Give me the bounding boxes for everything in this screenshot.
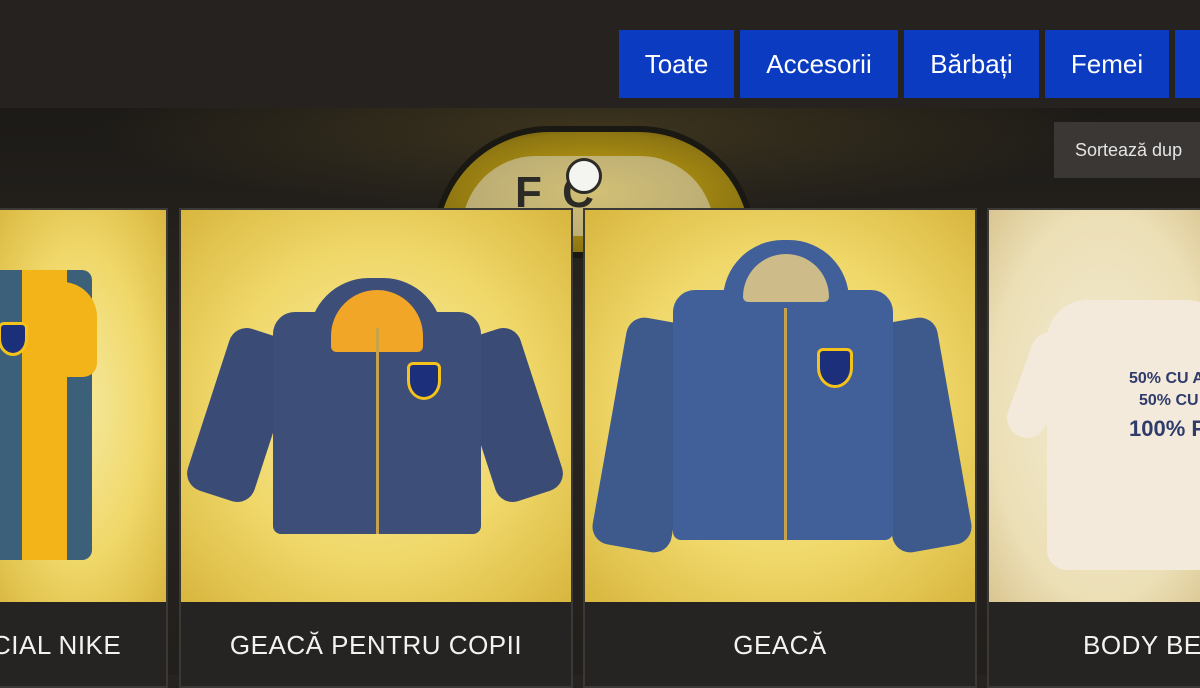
filter-men-button[interactable]: Bărbați [904, 30, 1039, 98]
product-image[interactable]: 50% CU A 50% CU T 100% F [989, 210, 1200, 602]
body-print-line: 100% F [1129, 416, 1200, 441]
filter-more-button[interactable] [1175, 30, 1200, 98]
product-title[interactable]: GEACĂ PENTRU COPII [181, 630, 571, 661]
club-crest-icon [407, 362, 441, 400]
product-image[interactable] [585, 210, 975, 602]
product-title[interactable]: GEACĂ [585, 630, 975, 661]
product-title[interactable]: BODY BE [1083, 630, 1200, 661]
product-title[interactable]: CIAL NIKE [0, 630, 121, 661]
filter-all-button[interactable]: Toate [619, 30, 734, 98]
product-image[interactable] [181, 210, 571, 602]
product-card[interactable]: CIAL NIKE [0, 208, 168, 688]
sort-dropdown[interactable]: Sortează dup [1054, 122, 1200, 178]
product-card[interactable]: 50% CU A 50% CU T 100% F BODY BE [987, 208, 1200, 688]
jacket-zip [376, 328, 379, 534]
football-icon [566, 158, 602, 194]
body-print-line: 50% CU T [1139, 392, 1200, 409]
filter-women-button[interactable]: Femei [1045, 30, 1169, 98]
filter-accessories-button[interactable]: Accesorii [740, 30, 898, 98]
product-card[interactable]: GEACĂ [583, 208, 977, 688]
product-card[interactable]: GEACĂ PENTRU COPII [179, 208, 573, 688]
club-crest-icon [817, 348, 853, 388]
body-print-line: 50% CU A [1129, 370, 1200, 387]
jacket-zip [784, 308, 787, 540]
product-image[interactable] [0, 210, 166, 602]
tshirt-stripe [22, 270, 67, 560]
category-filters: Toate Accesorii Bărbați Femei [619, 30, 1200, 98]
